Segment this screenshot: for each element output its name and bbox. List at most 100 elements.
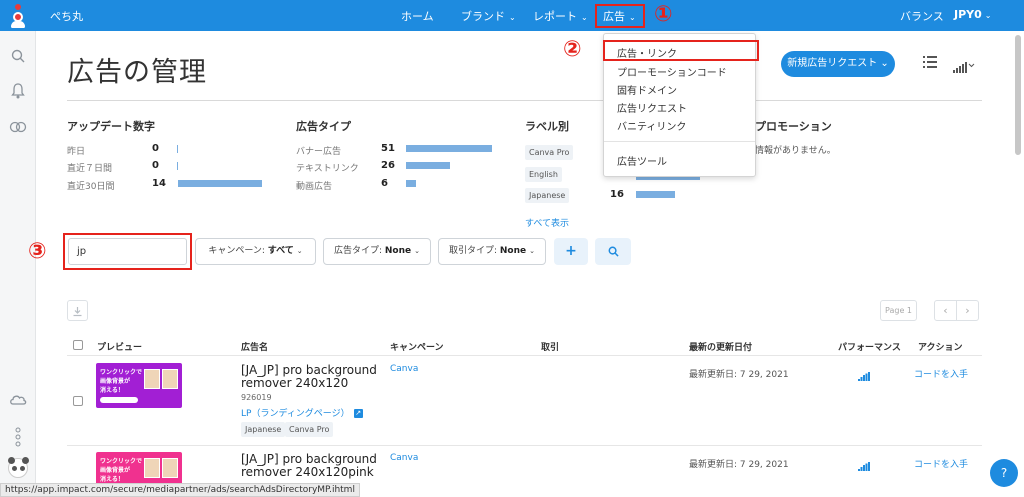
download-button[interactable] bbox=[67, 300, 88, 321]
thumb-photo bbox=[162, 458, 178, 478]
ad-type-filter[interactable]: 広告タイプ: None ⌄ bbox=[323, 238, 431, 265]
menu-item-vanity-links[interactable]: バニティリンク bbox=[617, 118, 686, 133]
stat-promotions-title: プロモーション bbox=[755, 120, 832, 133]
nav-home[interactable]: ホーム bbox=[401, 8, 434, 24]
menu-item-unique-domain[interactable]: 固有ドメイン bbox=[617, 82, 677, 97]
menu-item-ad-requests[interactable]: 広告リクエスト bbox=[617, 100, 687, 115]
stat-bar bbox=[406, 145, 492, 152]
page-scrollbar[interactable] bbox=[1015, 35, 1021, 155]
performance-sort-icon[interactable] bbox=[953, 58, 975, 73]
list-view-icon[interactable] bbox=[923, 56, 937, 72]
get-code-link[interactable]: コードを入手 bbox=[914, 457, 968, 470]
next-page-button[interactable]: › bbox=[956, 300, 979, 321]
get-code-link[interactable]: コードを入手 bbox=[914, 367, 968, 380]
cloud-icon[interactable] bbox=[9, 392, 27, 410]
user-avatar[interactable] bbox=[8, 457, 29, 478]
annotation-number-1: ① bbox=[654, 2, 673, 27]
nav-brand[interactable]: ブランド ⌄ bbox=[461, 8, 516, 24]
menu-item-ad-tools[interactable]: 広告ツール bbox=[617, 153, 667, 168]
row-tag: Canva Pro bbox=[285, 422, 334, 437]
annotation-number-3: ③ bbox=[28, 239, 47, 264]
stat-label: 昨日 bbox=[67, 147, 86, 157]
show-all-link[interactable]: すべて表示 bbox=[525, 216, 569, 229]
stat-ad-types-title: 広告タイプ bbox=[296, 120, 351, 133]
stat-value: 0 bbox=[152, 160, 159, 171]
chevron-down-icon: ⌄ bbox=[296, 247, 303, 255]
stat-label: 動画広告 bbox=[296, 182, 333, 192]
thumb-photo bbox=[144, 369, 160, 389]
stat-value: 14 bbox=[152, 178, 166, 189]
col-ad-name[interactable]: 広告名 bbox=[241, 340, 268, 353]
stat-value: 26 bbox=[381, 160, 395, 171]
campaign-link[interactable]: Canva bbox=[390, 364, 418, 374]
chevron-down-icon: ⌄ bbox=[529, 247, 535, 255]
menu-item-promo-codes[interactable]: プローモーションコード bbox=[617, 64, 727, 79]
status-bar-url: https://app.impact.com/secure/mediapartn… bbox=[0, 483, 360, 497]
ad-name[interactable]: [JA_JP] pro background remover 240x120pi… bbox=[241, 453, 391, 479]
annotation-number-2: ② bbox=[563, 37, 582, 62]
label-tag[interactable]: English bbox=[525, 167, 562, 182]
balance-label: バランス bbox=[900, 10, 944, 23]
updated-date: 最新更新日: 7 29, 2021 bbox=[689, 370, 789, 380]
performance-icon bbox=[858, 366, 870, 381]
help-button[interactable]: ? bbox=[990, 459, 1018, 487]
bell-icon[interactable] bbox=[9, 83, 27, 101]
label-tag[interactable]: Canva Pro bbox=[525, 145, 574, 160]
stat-bar bbox=[177, 145, 178, 153]
annotation-box-ads bbox=[595, 4, 645, 28]
deal-type-filter[interactable]: 取引タイプ: None ⌄ bbox=[438, 238, 546, 265]
campaign-filter-value: すべて bbox=[267, 246, 294, 256]
add-filter-button[interactable]: + bbox=[554, 238, 588, 265]
ad-preview-thumbnail[interactable]: ワンクリックで 画像背景が 消える！ bbox=[96, 363, 182, 408]
new-ad-request-button[interactable]: 新規広告リクエスト ⌄ bbox=[781, 51, 895, 77]
stat-label: 直近30日間 bbox=[67, 182, 115, 192]
app-logo-icon[interactable] bbox=[11, 4, 25, 28]
thumb-text: ワンクリックで 画像背景が 消える！ bbox=[100, 458, 143, 483]
link-rings-icon[interactable] bbox=[9, 120, 27, 138]
search-icon[interactable] bbox=[9, 49, 27, 67]
row-checkbox[interactable] bbox=[73, 396, 83, 406]
deal-type-filter-value: None bbox=[499, 246, 527, 256]
chevron-down-icon: ⌄ bbox=[984, 11, 992, 20]
external-link-icon: ↗ bbox=[353, 409, 363, 418]
prev-page-button[interactable]: ‹ bbox=[934, 300, 957, 321]
stat-bar bbox=[406, 162, 450, 169]
thumb-photo bbox=[144, 458, 160, 478]
chevron-down-icon: ⌄ bbox=[509, 13, 516, 22]
ad-type-filter-value: None bbox=[384, 246, 412, 256]
col-campaign[interactable]: キャンペーン bbox=[390, 340, 444, 353]
promotions-empty-note: 情報がありません。 bbox=[755, 146, 836, 156]
table-header-divider bbox=[67, 355, 982, 356]
nav-report[interactable]: レポート ⌄ bbox=[533, 8, 588, 24]
col-deal: 取引 bbox=[541, 343, 560, 353]
stat-bar bbox=[636, 191, 675, 198]
search-button[interactable] bbox=[595, 238, 631, 265]
label-tag[interactable]: Japanese bbox=[525, 188, 570, 203]
deal-type-filter-label: 取引タイプ: bbox=[448, 246, 500, 256]
download-icon bbox=[73, 306, 82, 316]
landing-page-link[interactable]: LP（ランディングページ） ↗ bbox=[241, 406, 363, 419]
stat-label: テキストリンク bbox=[296, 164, 359, 174]
col-updated[interactable]: 最新の更新日付 bbox=[689, 340, 752, 353]
col-performance[interactable]: パフォーマンス bbox=[838, 340, 901, 353]
performance-icon bbox=[858, 456, 870, 471]
thumb-button bbox=[100, 397, 138, 403]
stat-label: 直近７日間 bbox=[67, 164, 113, 174]
currency-selector[interactable]: JPY0 ⌄ bbox=[954, 8, 991, 21]
annotation-box-ads-links bbox=[603, 40, 759, 61]
search-input[interactable]: jp bbox=[68, 238, 187, 265]
ad-name[interactable]: [JA_JP] pro background remover 240x120 bbox=[241, 364, 391, 390]
stat-bar bbox=[178, 180, 262, 187]
nav-report-label: レポート bbox=[533, 10, 577, 23]
stat-bar bbox=[406, 180, 416, 187]
chevron-down-icon: ⌄ bbox=[880, 58, 889, 69]
campaign-filter[interactable]: キャンペーン: すべて ⌄ bbox=[195, 238, 316, 265]
nav-brand-label: ブランド bbox=[461, 10, 505, 23]
account-name[interactable]: ぺち丸 bbox=[50, 8, 83, 24]
campaign-link[interactable]: Canva bbox=[390, 453, 418, 463]
more-vertical-icon[interactable] bbox=[9, 427, 27, 447]
stat-label: バナー広告 bbox=[296, 147, 342, 157]
page-indicator: Page 1 bbox=[880, 300, 917, 321]
select-all-checkbox[interactable] bbox=[73, 340, 83, 350]
header-divider bbox=[67, 100, 982, 101]
